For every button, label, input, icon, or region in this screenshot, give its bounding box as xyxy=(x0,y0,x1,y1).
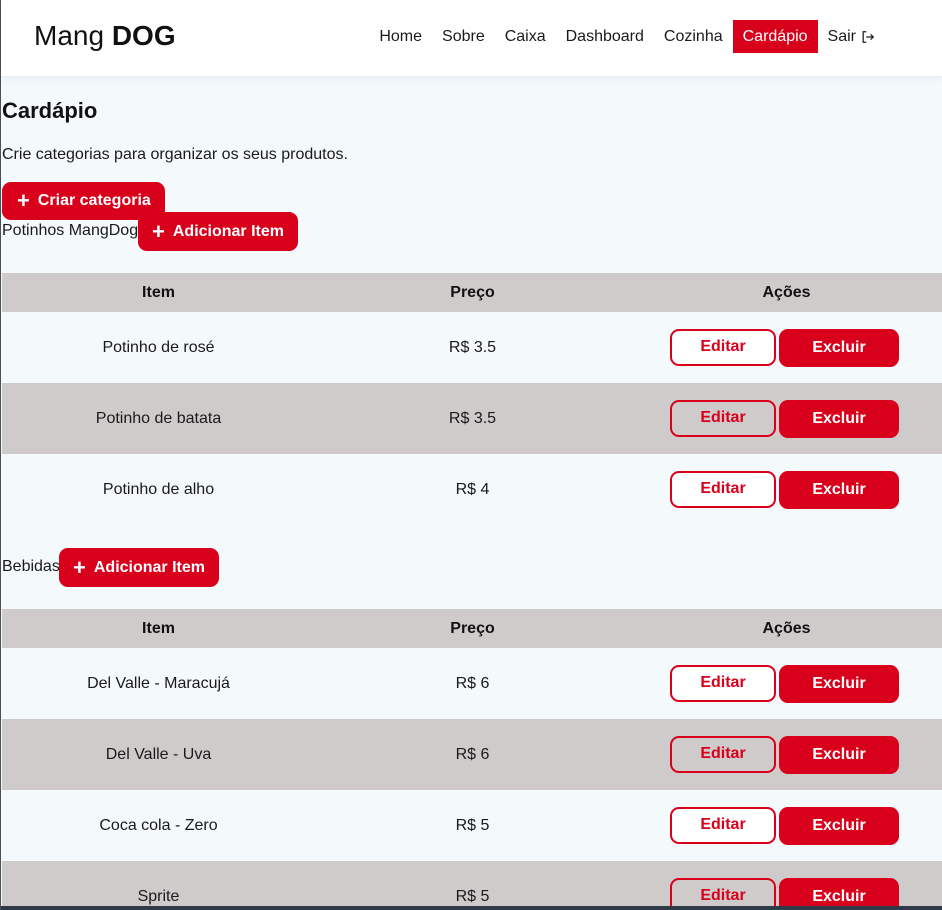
table-row: Coca cola - Zero R$ 5 Editar Excluir xyxy=(2,790,942,861)
delete-button[interactable]: Excluir xyxy=(779,470,899,509)
delete-button[interactable]: Excluir xyxy=(779,328,899,367)
header-actions: Ações xyxy=(630,609,942,648)
nav-sobre[interactable]: Sobre xyxy=(432,20,495,53)
table-header-row: Item Preço Ações xyxy=(2,273,942,312)
add-item-label: Adicionar Item xyxy=(93,558,205,576)
item-price: R$ 6 xyxy=(315,719,630,790)
item-actions: Editar Excluir xyxy=(630,312,942,383)
item-actions: Editar Excluir xyxy=(630,790,942,861)
item-name: Del Valle - Uva xyxy=(2,719,315,790)
plus-icon: + xyxy=(17,188,30,213)
item-price: R$ 3.5 xyxy=(315,383,630,454)
edit-button[interactable]: Editar xyxy=(670,664,776,702)
table-row: Potinho de rosé R$ 3.5 Editar Excluir xyxy=(2,312,942,383)
edit-button[interactable]: Editar xyxy=(670,328,776,366)
nav-sair[interactable]: Sair xyxy=(818,20,885,53)
item-price: R$ 3.5 xyxy=(315,312,630,383)
add-item-label: Adicionar Item xyxy=(172,222,284,240)
brand-logo[interactable]: Mang DOG xyxy=(34,20,176,52)
menu-table: Item Preço Ações Del Valle - Maracujá R$ 6 Ed… xyxy=(2,609,942,910)
nav-sair-label: Sair xyxy=(827,28,856,45)
item-name: Potinho de rosé xyxy=(2,312,315,383)
plus-icon: + xyxy=(73,554,86,580)
item-name: Potinho de alho xyxy=(2,454,315,525)
delete-button[interactable]: Excluir xyxy=(779,735,899,774)
brand-light-text: Mang xyxy=(34,20,112,51)
brand-bold-text: DOG xyxy=(111,20,176,51)
category-label: Bebidas xyxy=(2,558,60,575)
item-name: Coca cola - Zero xyxy=(2,790,315,861)
item-actions: Editar Excluir xyxy=(630,454,942,525)
item-name: Sprite xyxy=(2,861,315,910)
exit-icon xyxy=(862,30,875,43)
category-label: Potinhos MangDog xyxy=(2,222,139,239)
table-row: Potinho de batata R$ 3.5 Editar Excluir xyxy=(2,383,942,454)
add-item-button[interactable]: + Adicionar Item xyxy=(138,212,298,251)
item-actions: Editar Excluir xyxy=(630,383,942,454)
plus-icon: + xyxy=(152,218,165,244)
table-row: Potinho de alho R$ 4 Editar Excluir xyxy=(2,454,942,525)
edit-button[interactable]: Editar xyxy=(670,399,776,437)
item-price: R$ 5 xyxy=(315,861,630,910)
nav-dashboard[interactable]: Dashboard xyxy=(556,20,654,53)
item-name: Del Valle - Maracujá xyxy=(2,648,315,719)
delete-button[interactable]: Excluir xyxy=(779,664,899,703)
header-actions: Ações xyxy=(630,273,942,312)
header-item: Item xyxy=(2,273,315,312)
nav-links: Home Sobre Caixa Dashboard Cozinha Cardá… xyxy=(369,20,885,53)
page-title: Cardápio xyxy=(2,98,98,123)
menu-table: Item Preço Ações Potinho de rosé R$ 3.5 Edita… xyxy=(2,273,942,525)
window-bottom-edge xyxy=(1,906,942,910)
item-actions: Editar Excluir xyxy=(630,719,942,790)
nav-cardapio[interactable]: Cardápio xyxy=(732,20,818,53)
item-price: R$ 6 xyxy=(315,648,630,719)
nav-cozinha[interactable]: Cozinha xyxy=(654,20,733,53)
navbar: Mang DOG Home Sobre Caixa Dashboard Cozi… xyxy=(1,0,942,76)
delete-button[interactable]: Excluir xyxy=(779,806,899,845)
table-row: Del Valle - Uva R$ 6 Editar Excluir xyxy=(2,719,942,790)
edit-button[interactable]: Editar xyxy=(670,735,776,773)
edit-button[interactable]: Editar xyxy=(670,470,776,508)
edit-button[interactable]: Editar xyxy=(670,806,776,844)
delete-button[interactable]: Excluir xyxy=(779,399,899,438)
item-actions: Editar Excluir xyxy=(630,648,942,719)
table-row: Sprite R$ 5 Editar Excluir xyxy=(2,861,942,910)
table-row: Del Valle - Maracujá R$ 6 Editar Excluir xyxy=(2,648,942,719)
item-price: R$ 5 xyxy=(315,790,630,861)
header-price: Preço xyxy=(315,273,630,312)
item-name: Potinho de batata xyxy=(2,383,315,454)
header-price: Preço xyxy=(315,609,630,648)
item-price: R$ 4 xyxy=(315,454,630,525)
nav-home[interactable]: Home xyxy=(369,20,432,53)
nav-caixa[interactable]: Caixa xyxy=(495,20,556,53)
item-actions: Editar Excluir xyxy=(630,861,942,910)
add-item-button[interactable]: + Adicionar Item xyxy=(59,548,219,587)
table-header-row: Item Preço Ações xyxy=(2,609,942,648)
page-description: Crie categorias para organizar os seus p… xyxy=(2,146,348,163)
header-item: Item xyxy=(2,609,315,648)
create-category-label: Criar categoria xyxy=(37,192,151,209)
